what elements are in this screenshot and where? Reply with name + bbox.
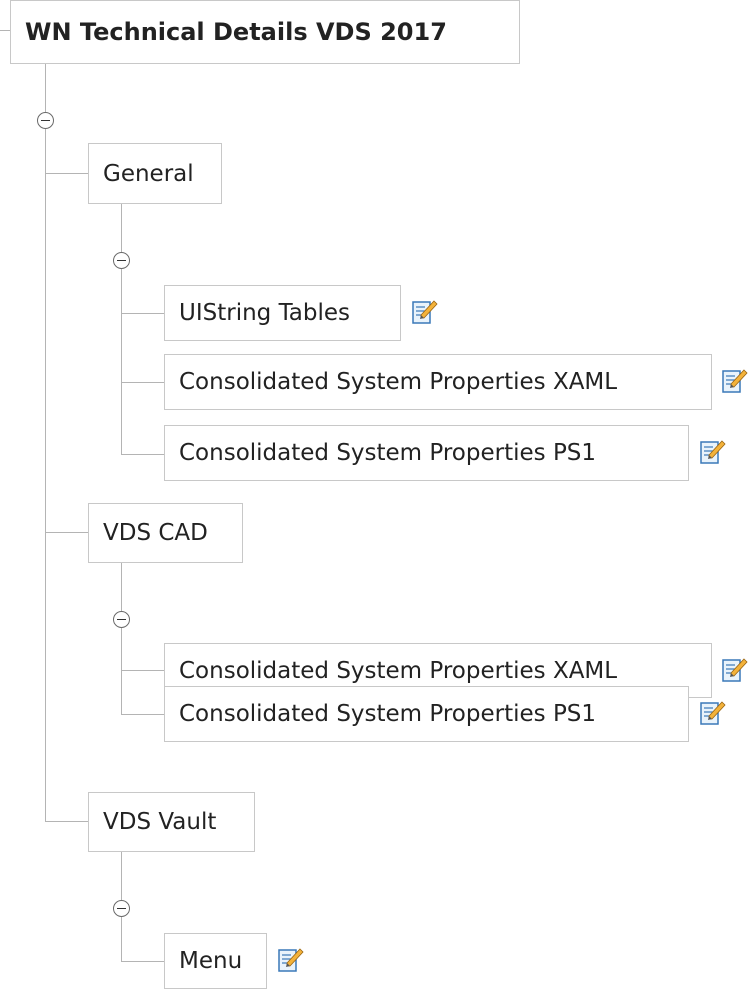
- node-label: UIString Tables: [179, 300, 351, 326]
- node-vds-cad-label: VDS CAD: [103, 520, 208, 546]
- node-general-label: General: [103, 160, 194, 187]
- root-node-label: WN Technical Details VDS 2017: [25, 18, 447, 46]
- edit-pencil-icon[interactable]: [412, 299, 438, 325]
- root-node[interactable]: WN Technical Details VDS 2017: [10, 0, 520, 64]
- connector-line: [121, 382, 164, 383]
- connector-line: [45, 173, 88, 174]
- connector-line: [0, 30, 10, 31]
- collapse-toggle-root[interactable]: [37, 112, 54, 129]
- node-vds-cad-ps1[interactable]: Consolidated System Properties PS1: [164, 686, 689, 742]
- connector-line: [121, 852, 122, 900]
- node-menu[interactable]: Menu: [164, 933, 267, 989]
- node-general-ps1[interactable]: Consolidated System Properties PS1: [164, 425, 689, 481]
- edit-pencil-icon[interactable]: [278, 947, 304, 973]
- collapse-toggle-vds-cad[interactable]: [113, 611, 130, 628]
- collapse-toggle-general[interactable]: [113, 252, 130, 269]
- connector-line: [121, 313, 164, 314]
- node-label: Consolidated System Properties XAML: [179, 657, 618, 684]
- connector-line: [121, 670, 164, 671]
- node-label: Consolidated System Properties XAML: [179, 369, 618, 395]
- connector-line: [121, 204, 122, 252]
- node-general[interactable]: General: [88, 143, 222, 204]
- edit-pencil-icon[interactable]: [700, 700, 726, 726]
- connector-line: [121, 628, 122, 714]
- connector-line: [121, 454, 164, 455]
- connector-line: [45, 532, 88, 533]
- connector-line: [45, 821, 88, 822]
- connector-line: [121, 917, 122, 961]
- node-vds-vault-label: VDS Vault: [103, 809, 217, 835]
- connector-line: [45, 129, 46, 821]
- edit-pencil-icon[interactable]: [700, 439, 726, 465]
- edit-pencil-icon[interactable]: [722, 368, 748, 394]
- node-general-xaml[interactable]: Consolidated System Properties XAML: [164, 354, 712, 410]
- node-vds-vault[interactable]: VDS Vault: [88, 792, 255, 852]
- connector-line: [121, 961, 164, 962]
- edit-pencil-icon[interactable]: [722, 657, 748, 683]
- connector-line: [121, 269, 122, 454]
- connector-line: [45, 64, 46, 112]
- connector-line: [121, 563, 122, 611]
- node-vds-cad[interactable]: VDS CAD: [88, 503, 243, 563]
- node-label: Consolidated System Properties PS1: [179, 701, 597, 727]
- node-label: Consolidated System Properties PS1: [179, 440, 597, 466]
- node-label: Menu: [179, 948, 243, 974]
- connector-line: [121, 714, 164, 715]
- node-uistring-tables[interactable]: UIString Tables: [164, 285, 401, 341]
- collapse-toggle-vds-vault[interactable]: [113, 900, 130, 917]
